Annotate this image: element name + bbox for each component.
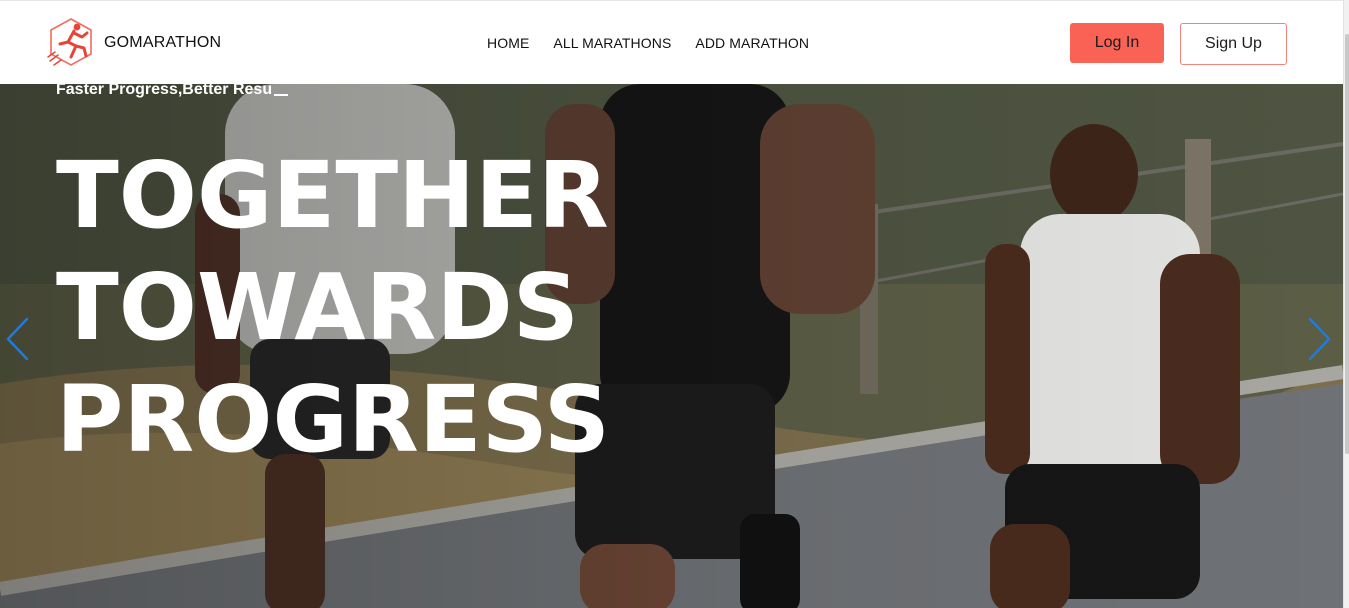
headline-line-1: TOGETHER <box>56 142 609 249</box>
headline-line-3: PROGRESS <box>56 366 611 473</box>
headline-line-2: TOWARDS <box>56 254 579 361</box>
main-nav: HOME ALL MARATHONS ADD MARATHON <box>487 35 809 51</box>
hero-headline: TOGETHER TOWARDS PROGRESS <box>56 140 616 476</box>
nav-all-marathons[interactable]: ALL MARATHONS <box>553 35 671 51</box>
runner-logo-icon <box>47 18 92 66</box>
chevron-left-icon <box>6 317 29 361</box>
hero-tagline: Faster Progress,Better Resu <box>56 84 289 99</box>
login-button[interactable]: Log In <box>1070 23 1164 63</box>
carousel-prev-button[interactable] <box>0 314 34 364</box>
chevron-right-icon <box>1308 317 1331 361</box>
tagline-text: Faster Progress,Better Resu <box>56 84 273 98</box>
page: GOMARATHON HOME ALL MARATHONS ADD MARATH… <box>0 0 1349 608</box>
signup-button[interactable]: Sign Up <box>1180 23 1287 65</box>
navbar: GOMARATHON HOME ALL MARATHONS ADD MARATH… <box>0 0 1343 84</box>
hero-carousel: Faster Progress,Better Resu TOGETHER TOW… <box>0 84 1343 608</box>
page-scrollbar[interactable] <box>1343 0 1349 608</box>
nav-home[interactable]: HOME <box>487 35 529 51</box>
typing-cursor <box>274 94 289 96</box>
scrollbar-thumb[interactable] <box>1345 34 1349 454</box>
nav-add-marathon[interactable]: ADD MARATHON <box>695 35 809 51</box>
carousel-next-button[interactable] <box>1303 314 1337 364</box>
logo[interactable]: GOMARATHON <box>46 17 221 69</box>
brand-name: GOMARATHON <box>104 34 222 51</box>
